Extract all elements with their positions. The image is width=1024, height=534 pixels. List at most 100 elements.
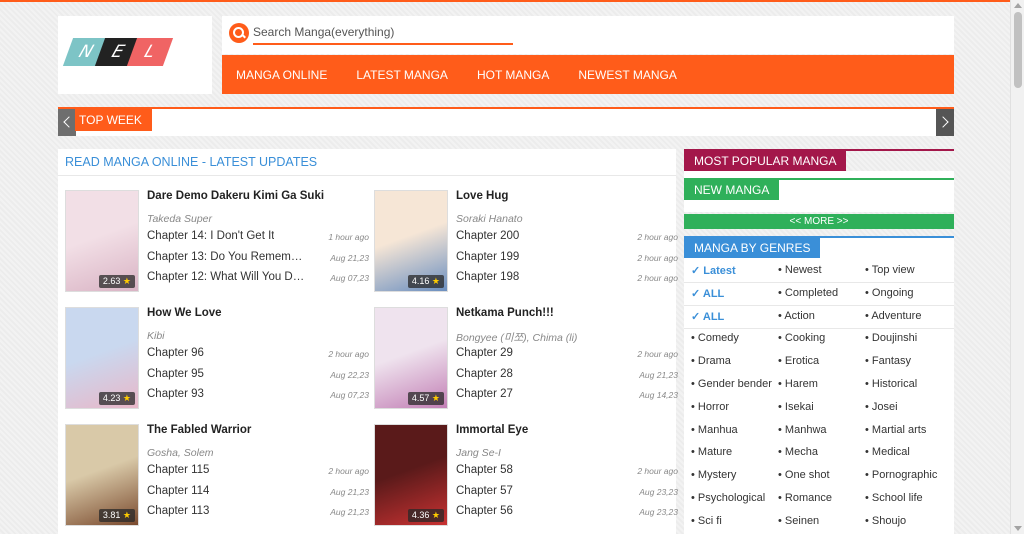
genre-link[interactable]: ✓ ALL	[691, 310, 724, 323]
chapter-name[interactable]: Chapter 198	[456, 271, 519, 283]
chapter-name[interactable]: Chapter 113	[147, 505, 209, 517]
chapter-link[interactable]: Chapter 95 Aug 22,23	[147, 368, 369, 380]
manga-cover[interactable]: 4.36 ★	[374, 424, 448, 526]
most-popular-title[interactable]: MOST POPULAR MANGA	[684, 151, 847, 171]
chapter-name[interactable]: Chapter 14: I Don't Get It	[147, 230, 274, 242]
chapter-link[interactable]: Chapter 27 Aug 14,23	[456, 388, 678, 400]
slider-prev-icon[interactable]	[58, 109, 76, 136]
new-manga-title[interactable]: NEW MANGA	[684, 180, 780, 200]
genre-link[interactable]: • Action	[778, 310, 815, 322]
chapter-link[interactable]: Chapter 14: I Don't Get It 1 hour ago	[147, 230, 369, 242]
chapter-link[interactable]: Chapter 96 2 hour ago	[147, 347, 369, 359]
genre-link[interactable]: • Psychological	[691, 492, 765, 504]
manga-title[interactable]: The Fabled Warrior	[147, 424, 251, 436]
nav-latest-manga[interactable]: LATEST MANGA	[356, 68, 448, 82]
chapter-link[interactable]: Chapter 29 2 hour ago	[456, 347, 678, 359]
search-input[interactable]	[253, 25, 513, 45]
chapter-name[interactable]: Chapter 114	[147, 485, 209, 497]
chapter-name[interactable]: Chapter 93	[147, 388, 204, 400]
genre-link[interactable]: • Manhua	[691, 424, 738, 436]
manga-title[interactable]: Immortal Eye	[456, 424, 528, 436]
chapter-name[interactable]: Chapter 95	[147, 368, 204, 380]
manga-cover[interactable]: 4.57 ★	[374, 307, 448, 409]
chapter-link[interactable]: Chapter 115 2 hour ago	[147, 464, 369, 476]
genre-link[interactable]: • Fantasy	[865, 355, 911, 367]
genre-link[interactable]: • Ongoing	[865, 287, 914, 299]
chapter-name[interactable]: Chapter 96	[147, 347, 204, 359]
chapter-link[interactable]: Chapter 199 2 hour ago	[456, 251, 678, 263]
chapter-name[interactable]: Chapter 56	[456, 505, 513, 517]
genre-link[interactable]: • Manhwa	[778, 424, 827, 436]
latest-updates-title[interactable]: READ MANGA ONLINE - LATEST UPDATES	[65, 155, 317, 169]
chapter-name[interactable]: Chapter 28	[456, 368, 513, 380]
chapter-link[interactable]: Chapter 12: What Will You Do? Aug 07,23	[147, 271, 369, 283]
scroll-up-icon[interactable]	[1014, 3, 1022, 8]
genre-link[interactable]: • Newest	[778, 264, 822, 276]
genre-link[interactable]: • Completed	[778, 287, 838, 299]
chapter-name[interactable]: Chapter 115	[147, 464, 209, 476]
chapter-link[interactable]: Chapter 58 2 hour ago	[456, 464, 678, 476]
genre-link[interactable]: • Josei	[865, 401, 898, 413]
chapter-link[interactable]: Chapter 28 Aug 21,23	[456, 368, 678, 380]
more-button[interactable]: << MORE >>	[684, 214, 954, 229]
logo-box[interactable]: N E L	[58, 16, 212, 94]
chapter-link[interactable]: Chapter 93 Aug 07,23	[147, 388, 369, 400]
genre-link[interactable]: • Comedy	[691, 332, 739, 344]
search-icon[interactable]	[229, 23, 249, 43]
genre-link[interactable]: • Adventure	[865, 310, 921, 322]
genre-link[interactable]: • Historical	[865, 378, 917, 390]
manga-cover[interactable]: 4.16 ★	[374, 190, 448, 292]
genre-link[interactable]: • Mecha	[778, 446, 818, 458]
chapter-link[interactable]: Chapter 13: Do You Remember My Name? Aug…	[147, 251, 369, 263]
manga-title[interactable]: How We Love	[147, 307, 222, 319]
manga-title[interactable]: Dare Demo Dakeru Kimi Ga Suki	[147, 190, 324, 202]
genre-link[interactable]: • Shoujo	[865, 515, 906, 527]
genre-link[interactable]: • Isekai	[778, 401, 814, 413]
genre-link[interactable]: • School life	[865, 492, 923, 504]
genre-link[interactable]: • Harem	[778, 378, 818, 390]
chapter-link[interactable]: Chapter 113 Aug 21,23	[147, 505, 369, 517]
chapter-link[interactable]: Chapter 198 2 hour ago	[456, 271, 678, 283]
manga-cover[interactable]: 3.81 ★	[65, 424, 139, 526]
genre-link[interactable]: • Mature	[691, 446, 732, 458]
manga-cover[interactable]: 2.63 ★	[65, 190, 139, 292]
genre-link[interactable]: • Sci fi	[691, 515, 722, 527]
nav-manga-online[interactable]: MANGA ONLINE	[236, 68, 327, 82]
manga-title[interactable]: Love Hug	[456, 190, 508, 202]
genre-link[interactable]: • Doujinshi	[865, 332, 917, 344]
genre-link[interactable]: ✓ ALL	[691, 287, 724, 300]
site-logo[interactable]: N E L	[62, 38, 174, 66]
chapter-link[interactable]: Chapter 57 Aug 23,23	[456, 485, 678, 497]
genre-link[interactable]: ✓ Latest	[691, 264, 736, 277]
genre-link[interactable]: • One shot	[778, 469, 830, 481]
manga-title[interactable]: Netkama Punch!!!	[456, 307, 554, 319]
scrollbar-thumb[interactable]	[1014, 12, 1022, 88]
nav-newest-manga[interactable]: NEWEST MANGA	[578, 68, 676, 82]
genre-link[interactable]: • Martial arts	[865, 424, 926, 436]
chapter-name[interactable]: Chapter 13: Do You Remember My Name?	[147, 251, 305, 263]
genre-link[interactable]: • Romance	[778, 492, 832, 504]
chapter-name[interactable]: Chapter 57	[456, 485, 513, 497]
chapter-name[interactable]: Chapter 199	[456, 251, 519, 263]
slider-next-icon[interactable]	[936, 109, 954, 136]
chapter-name[interactable]: Chapter 29	[456, 347, 513, 359]
genre-link[interactable]: • Drama	[691, 355, 731, 367]
scroll-down-icon[interactable]	[1014, 526, 1022, 531]
genre-link[interactable]: • Gender bender	[691, 378, 772, 390]
chapter-name[interactable]: Chapter 27	[456, 388, 513, 400]
genre-link[interactable]: • Horror	[691, 401, 729, 413]
chapter-link[interactable]: Chapter 114 Aug 21,23	[147, 485, 369, 497]
genre-link[interactable]: • Top view	[865, 264, 915, 276]
chapter-name[interactable]: Chapter 12: What Will You Do?	[147, 271, 305, 283]
manga-cover[interactable]: 4.23 ★	[65, 307, 139, 409]
genre-link[interactable]: • Medical	[865, 446, 910, 458]
genre-link[interactable]: • Seinen	[778, 515, 819, 527]
genre-link[interactable]: • Mystery	[691, 469, 736, 481]
nav-hot-manga[interactable]: HOT MANGA	[477, 68, 549, 82]
scrollbar[interactable]	[1010, 0, 1024, 534]
genre-link[interactable]: • Erotica	[778, 355, 819, 367]
chapter-link[interactable]: Chapter 56 Aug 23,23	[456, 505, 678, 517]
chapter-link[interactable]: Chapter 200 2 hour ago	[456, 230, 678, 242]
genre-link[interactable]: • Cooking	[778, 332, 825, 344]
genre-link[interactable]: • Pornographic	[865, 469, 937, 481]
